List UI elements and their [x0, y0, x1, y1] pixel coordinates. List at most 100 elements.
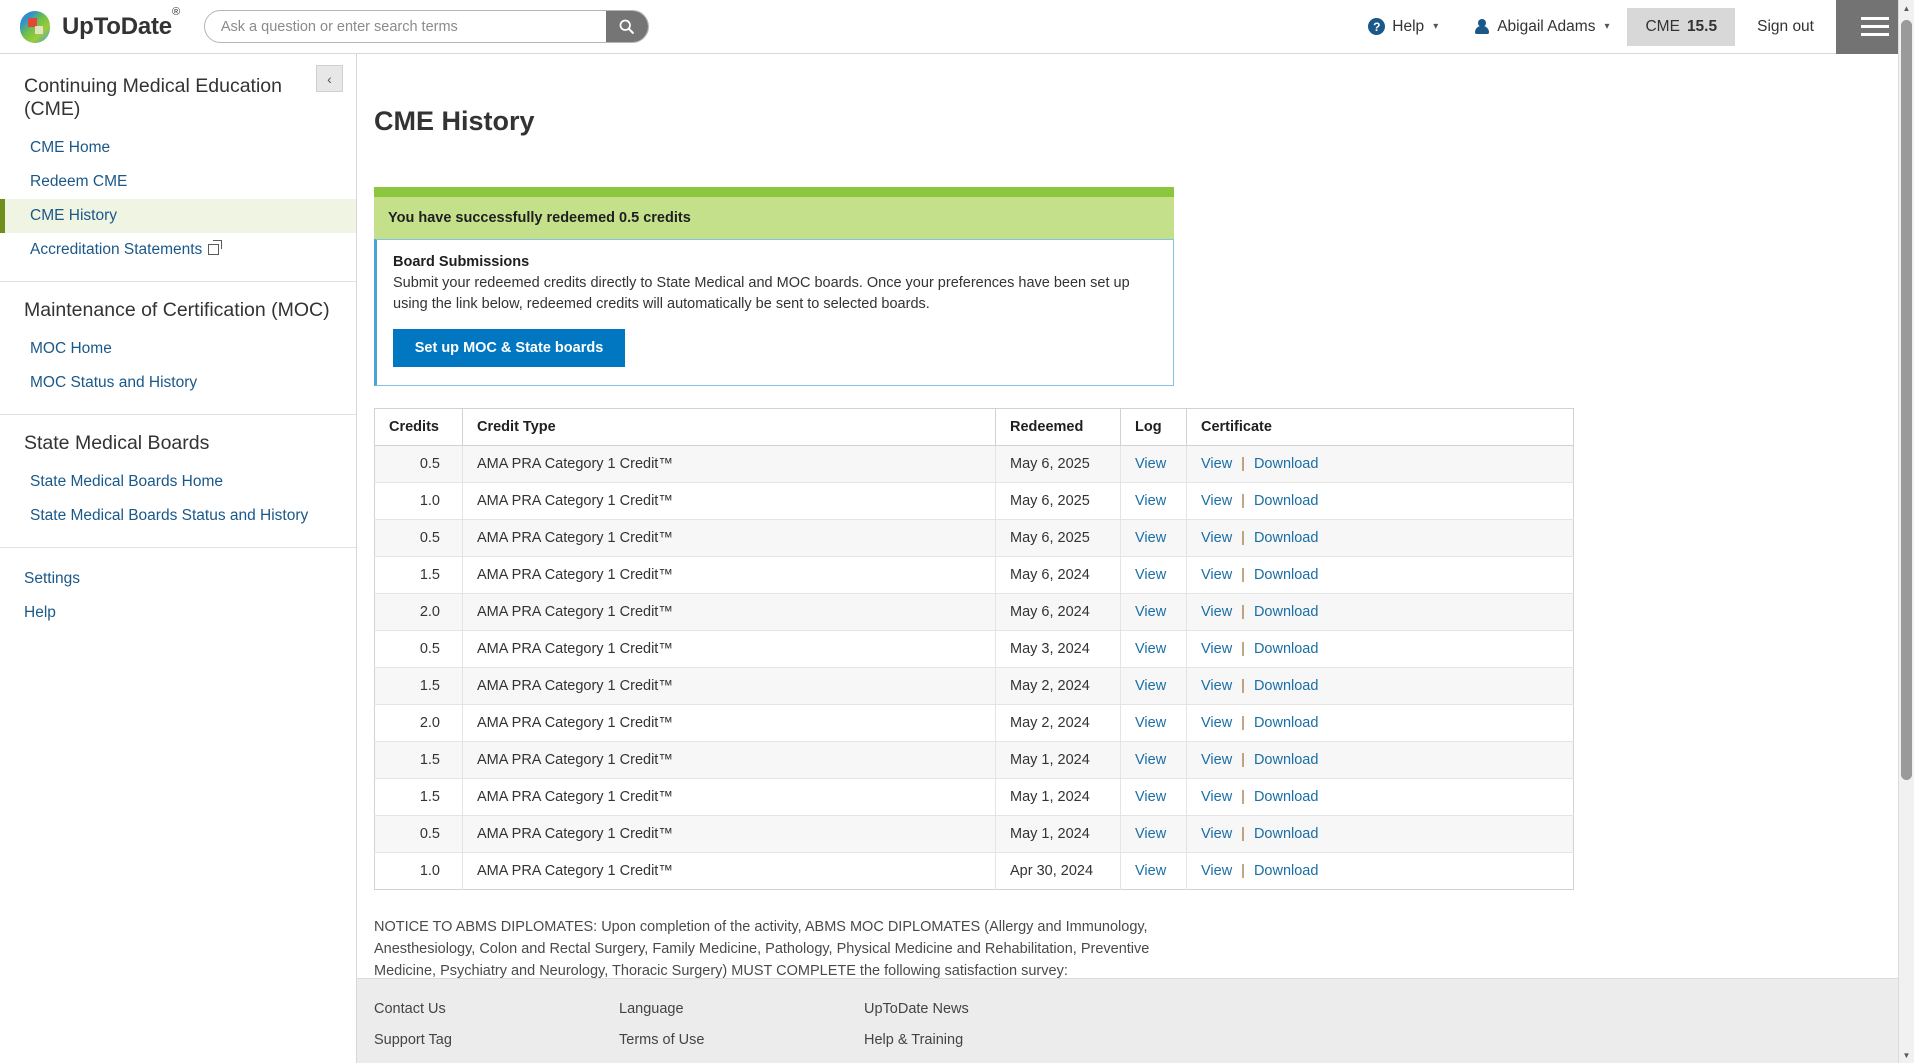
column-header-log: Log: [1121, 409, 1187, 446]
scrollbar-thumb[interactable]: [1901, 20, 1912, 780]
sign-out-button[interactable]: Sign out: [1735, 18, 1836, 36]
certificate-download-link[interactable]: Download: [1254, 641, 1319, 657]
cell-credit-type: AMA PRA Category 1 Credit™: [463, 520, 996, 557]
search-bar[interactable]: [204, 10, 649, 43]
table-row: 0.5AMA PRA Category 1 Credit™May 3, 2024…: [375, 631, 1574, 668]
certificate-download-link[interactable]: Download: [1254, 752, 1319, 768]
certificate-separator: |: [1241, 493, 1245, 509]
cell-redeemed: May 6, 2024: [996, 594, 1121, 631]
scroll-down-icon[interactable]: ▼: [1899, 1047, 1914, 1063]
sidebar-item-help[interactable]: Help: [0, 596, 356, 630]
sidebar-item-moc-status-history[interactable]: MOC Status and History: [0, 366, 356, 400]
certificate-download-link[interactable]: Download: [1254, 715, 1319, 731]
certificate-separator: |: [1241, 567, 1245, 583]
certificate-download-link[interactable]: Download: [1254, 863, 1319, 879]
cme-credits-badge[interactable]: CME 15.5: [1627, 8, 1735, 46]
log-view-link[interactable]: View: [1135, 789, 1166, 805]
brand-logo[interactable]: UpToDate®: [20, 11, 180, 43]
account-menu[interactable]: Abigail Adams ▾: [1456, 0, 1627, 54]
footer-link-uptodate-news[interactable]: UpToDate News: [864, 1001, 1109, 1017]
certificate-download-link[interactable]: Download: [1254, 826, 1319, 842]
cell-credits: 2.0: [375, 705, 463, 742]
certificate-view-link[interactable]: View: [1201, 715, 1232, 731]
cell-credits: 0.5: [375, 816, 463, 853]
certificate-view-link[interactable]: View: [1201, 456, 1232, 472]
cell-redeemed: May 2, 2024: [996, 668, 1121, 705]
certificate-view-link[interactable]: View: [1201, 789, 1232, 805]
user-icon: [1474, 19, 1490, 35]
certificate-download-link[interactable]: Download: [1254, 456, 1319, 472]
chevron-down-icon: ▾: [1604, 21, 1609, 32]
page-scrollbar[interactable]: ▲ ▼: [1898, 0, 1914, 1063]
certificate-view-link[interactable]: View: [1201, 678, 1232, 694]
sidebar-item-cme-history[interactable]: CME History: [0, 199, 356, 233]
cell-credits: 1.5: [375, 779, 463, 816]
log-view-link[interactable]: View: [1135, 641, 1166, 657]
certificate-download-link[interactable]: Download: [1254, 530, 1319, 546]
certificate-view-link[interactable]: View: [1201, 863, 1232, 879]
certificate-view-link[interactable]: View: [1201, 493, 1232, 509]
log-view-link[interactable]: View: [1135, 678, 1166, 694]
success-alert: You have successfully redeemed 0.5 credi…: [374, 187, 1174, 239]
footer-link-contact-us[interactable]: Contact Us: [374, 1001, 619, 1017]
log-view-link[interactable]: View: [1135, 530, 1166, 546]
search-icon: [618, 18, 635, 35]
cell-credit-type: AMA PRA Category 1 Credit™: [463, 705, 996, 742]
certificate-download-link[interactable]: Download: [1254, 678, 1319, 694]
cell-credits: 0.5: [375, 520, 463, 557]
table-row: 0.5AMA PRA Category 1 Credit™May 6, 2025…: [375, 520, 1574, 557]
sidebar-item-moc-home[interactable]: MOC Home: [0, 332, 356, 366]
certificate-download-link[interactable]: Download: [1254, 567, 1319, 583]
table-row: 1.5AMA PRA Category 1 Credit™May 6, 2024…: [375, 557, 1574, 594]
search-button[interactable]: [606, 11, 648, 42]
chevron-down-icon: ▾: [1433, 21, 1438, 32]
log-view-link[interactable]: View: [1135, 715, 1166, 731]
cell-log: View: [1121, 668, 1187, 705]
scroll-up-icon[interactable]: ▲: [1899, 0, 1914, 16]
certificate-view-link[interactable]: View: [1201, 567, 1232, 583]
log-view-link[interactable]: View: [1135, 456, 1166, 472]
sidebar-item-settings[interactable]: Settings: [0, 562, 356, 596]
sidebar-item-label: Accreditation Statements: [30, 241, 202, 258]
log-view-link[interactable]: View: [1135, 863, 1166, 879]
certificate-view-link[interactable]: View: [1201, 752, 1232, 768]
log-view-link[interactable]: View: [1135, 604, 1166, 620]
footer-link-help-training[interactable]: Help & Training: [864, 1032, 1109, 1048]
certificate-view-link[interactable]: View: [1201, 530, 1232, 546]
page-footer: Contact Us Support Tag Language Terms of…: [357, 978, 1914, 1063]
sidebar-group-moc: Maintenance of Certification (MOC) MOC H…: [0, 282, 356, 415]
sidebar-item-accreditation-statements[interactable]: Accreditation Statements: [0, 233, 356, 267]
certificate-separator: |: [1241, 715, 1245, 731]
sidebar-item-state-boards-home[interactable]: State Medical Boards Home: [0, 465, 356, 499]
table-row: 1.5AMA PRA Category 1 Credit™May 1, 2024…: [375, 779, 1574, 816]
footer-link-terms-of-use[interactable]: Terms of Use: [619, 1032, 864, 1048]
cell-credits: 0.5: [375, 631, 463, 668]
sidebar-collapse-button[interactable]: ‹: [316, 65, 343, 92]
cell-credits: 2.0: [375, 594, 463, 631]
certificate-view-link[interactable]: View: [1201, 604, 1232, 620]
sidebar-item-state-boards-status-history[interactable]: State Medical Boards Status and History: [0, 499, 356, 533]
cme-history-table: Credits Credit Type Redeemed Log Certifi…: [374, 408, 1574, 890]
certificate-download-link[interactable]: Download: [1254, 604, 1319, 620]
log-view-link[interactable]: View: [1135, 752, 1166, 768]
footer-link-language[interactable]: Language: [619, 1001, 864, 1017]
certificate-view-link[interactable]: View: [1201, 826, 1232, 842]
search-input[interactable]: [205, 11, 606, 42]
sidebar-item-redeem-cme[interactable]: Redeem CME: [0, 165, 356, 199]
log-view-link[interactable]: View: [1135, 826, 1166, 842]
certificate-view-link[interactable]: View: [1201, 641, 1232, 657]
log-view-link[interactable]: View: [1135, 493, 1166, 509]
certificate-download-link[interactable]: Download: [1254, 493, 1319, 509]
certificate-download-link[interactable]: Download: [1254, 789, 1319, 805]
log-view-link[interactable]: View: [1135, 567, 1166, 583]
cell-redeemed: May 6, 2025: [996, 446, 1121, 483]
footer-link-support-tag[interactable]: Support Tag: [374, 1032, 619, 1048]
table-row: 2.0AMA PRA Category 1 Credit™May 2, 2024…: [375, 705, 1574, 742]
sidebar-group-title: Continuing Medical Education (CME): [0, 58, 356, 131]
cell-log: View: [1121, 705, 1187, 742]
cell-credits: 1.0: [375, 483, 463, 520]
setup-moc-state-boards-button[interactable]: Set up MOC & State boards: [393, 329, 625, 367]
help-menu[interactable]: ? Help ▾: [1350, 0, 1456, 54]
sidebar-item-cme-home[interactable]: CME Home: [0, 131, 356, 165]
cell-credits: 0.5: [375, 446, 463, 483]
